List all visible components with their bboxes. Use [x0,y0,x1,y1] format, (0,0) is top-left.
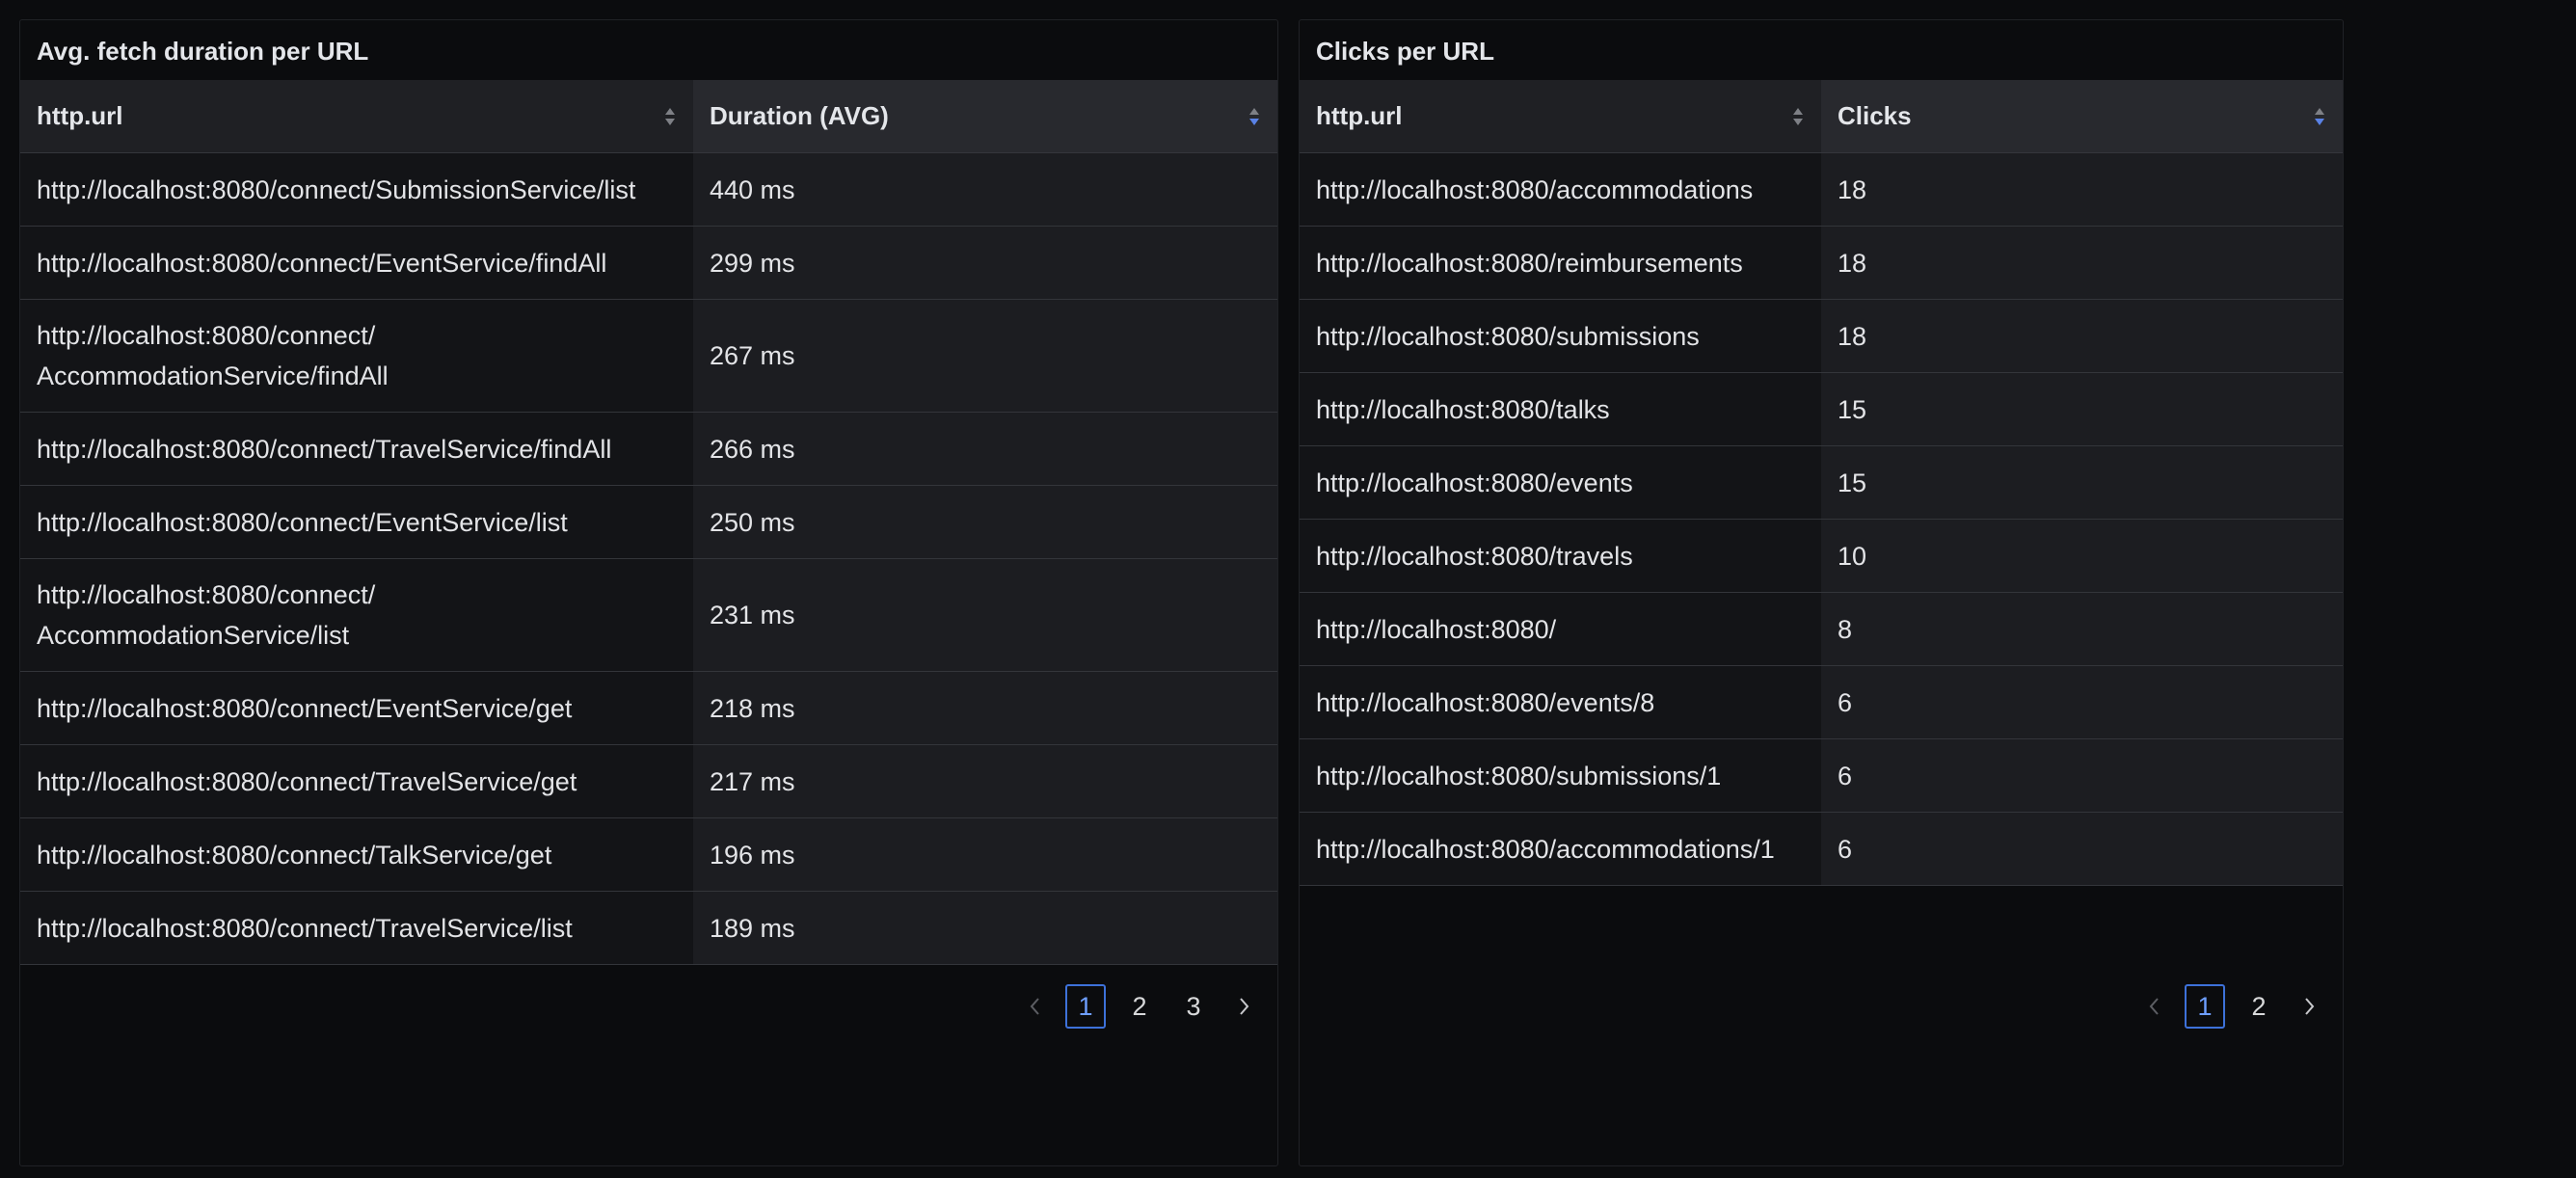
url-cell: http://localhost:8080/events/8 [1300,665,1821,739]
clicks-per-url-panel: Clicks per URL http.url Clicks http://lo… [1299,19,2344,1166]
page-button[interactable]: 1 [1065,984,1106,1029]
column-header-http-url[interactable]: http.url [20,80,693,153]
page-button[interactable]: 1 [2185,984,2225,1029]
sort-descending-icon [1249,108,1259,125]
value-cell: 299 ms [693,226,1277,300]
value-cell: 15 [1821,445,2343,520]
value-cell: 10 [1821,519,2343,593]
table-row: http://localhost:8080/connect/EventServi… [20,485,1277,559]
table-row: http://localhost:8080/connect/Submission… [20,152,1277,227]
value-cell: 15 [1821,372,2343,446]
chevron-right-icon[interactable] [2293,990,2325,1023]
value-cell: 18 [1821,226,2343,300]
table-row: http://localhost:8080/travels 10 [1300,519,2343,593]
table-row: http://localhost:8080/reimbursements 18 [1300,226,2343,300]
value-cell: 8 [1821,592,2343,666]
pagination: 123 [1019,984,1260,1029]
url-cell: http://localhost:8080/submissions/1 [1300,738,1821,813]
url-cell: http://localhost:8080/connect/Submission… [20,152,693,227]
url-cell: http://localhost:8080/events [1300,445,1821,520]
url-cell: http://localhost:8080/connect/TravelServ… [20,891,693,965]
url-cell: http://localhost:8080/connect/ Accommoda… [20,558,693,672]
sort-descending-icon [2315,108,2324,125]
url-cell: http://localhost:8080/connect/TalkServic… [20,817,693,892]
value-cell: 231 ms [693,558,1277,672]
value-cell: 217 ms [693,744,1277,818]
table-row: http://localhost:8080/submissions 18 [1300,299,2343,373]
pagination: 12 [2138,984,2325,1029]
sort-icon [665,108,675,125]
table-container[interactable]: http.url Duration (AVG) http://localhost… [20,80,1277,971]
url-cell: http://localhost:8080/submissions [1300,299,1821,373]
value-cell: 18 [1821,299,2343,373]
chevron-right-icon[interactable] [1227,990,1260,1023]
value-cell: 6 [1821,665,2343,739]
column-header-label: http.url [1316,101,1403,130]
table-row: http://localhost:8080/connect/TravelServ… [20,744,1277,818]
column-header-http-url[interactable]: http.url [1300,80,1821,153]
value-cell: 440 ms [693,152,1277,227]
url-cell: http://localhost:8080/talks [1300,372,1821,446]
table-row: http://localhost:8080/events/8 6 [1300,665,2343,739]
url-cell: http://localhost:8080/connect/EventServi… [20,671,693,745]
value-cell: 196 ms [693,817,1277,892]
url-cell: http://localhost:8080/connect/EventServi… [20,226,693,300]
column-header-clicks[interactable]: Clicks [1821,80,2343,153]
value-cell: 250 ms [693,485,1277,559]
value-cell: 6 [1821,812,2343,886]
table-row: http://localhost:8080/events 15 [1300,445,2343,520]
table-row: http://localhost:8080/connect/ Accommoda… [20,558,1277,672]
table-row: http://localhost:8080/connect/EventServi… [20,671,1277,745]
column-header-label: http.url [37,101,123,130]
table-row: http://localhost:8080/talks 15 [1300,372,2343,446]
url-cell: http://localhost:8080/accommodations/1 [1300,812,1821,886]
table-container[interactable]: http.url Clicks http://localhost:8080/ac… [1300,80,2343,971]
value-cell: 6 [1821,738,2343,813]
url-cell: http://localhost:8080/travels [1300,519,1821,593]
table-row: http://localhost:8080/connect/ Accommoda… [20,299,1277,413]
table-row: http://localhost:8080/submissions/1 6 [1300,738,2343,813]
panel-title: Clicks per URL [1316,37,1494,66]
table-row: http://localhost:8080/accommodations 18 [1300,152,2343,227]
table-row: http://localhost:8080/connect/TravelServ… [20,891,1277,965]
chevron-left-icon[interactable] [2138,990,2171,1023]
avg-fetch-duration-panel: Avg. fetch duration per URL http.url Dur… [19,19,1278,1166]
chevron-left-icon[interactable] [1019,990,1052,1023]
value-cell: 218 ms [693,671,1277,745]
url-cell: http://localhost:8080/connect/TravelServ… [20,412,693,486]
value-cell: 189 ms [693,891,1277,965]
page-button[interactable]: 2 [1119,984,1160,1029]
url-cell: http://localhost:8080/connect/ Accommoda… [20,299,693,413]
table-row: http://localhost:8080/connect/TalkServic… [20,817,1277,892]
url-cell: http://localhost:8080/ [1300,592,1821,666]
panel-title: Avg. fetch duration per URL [37,37,369,66]
value-cell: 267 ms [693,299,1277,413]
column-header-label: Duration (AVG) [710,101,889,130]
value-cell: 18 [1821,152,2343,227]
column-header-duration-avg[interactable]: Duration (AVG) [693,80,1277,153]
table-row: http://localhost:8080/8 [1300,592,2343,666]
table-row: http://localhost:8080/connect/EventServi… [20,226,1277,300]
column-header-label: Clicks [1838,101,1912,130]
url-cell: http://localhost:8080/reimbursements [1300,226,1821,300]
page-button[interactable]: 3 [1173,984,1214,1029]
clicks-table: http.url Clicks http://localhost:8080/ac… [1300,80,2343,886]
url-cell: http://localhost:8080/accommodations [1300,152,1821,227]
url-cell: http://localhost:8080/connect/TravelServ… [20,744,693,818]
page-button[interactable]: 2 [2239,984,2279,1029]
url-cell: http://localhost:8080/connect/EventServi… [20,485,693,559]
table-row: http://localhost:8080/accommodations/1 6 [1300,812,2343,886]
sort-icon [1793,108,1803,125]
avg-duration-table: http.url Duration (AVG) http://localhost… [20,80,1277,965]
table-row: http://localhost:8080/connect/TravelServ… [20,412,1277,486]
value-cell: 266 ms [693,412,1277,486]
